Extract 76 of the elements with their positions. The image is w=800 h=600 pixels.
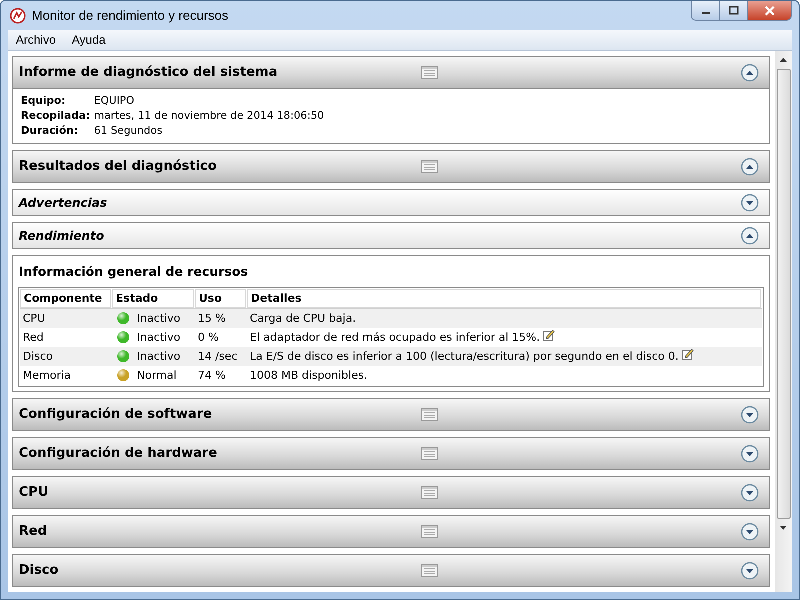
section-header[interactable]: Disco [13,555,769,586]
note-icon[interactable] [543,328,556,340]
menu-item[interactable]: Archivo [8,33,64,47]
expand-icon[interactable] [741,444,759,462]
section-title: Configuración de software [19,407,214,422]
note-icon[interactable] [682,348,694,360]
section-title: CPU [19,485,50,500]
field-value: EQUIPO [94,95,136,107]
status-text: Inactivo [137,350,181,363]
table-icon[interactable] [421,486,438,499]
details-text: El adaptador de red más ocupado es inferior al 15%. [250,331,540,344]
table-cell-text: Red [22,331,45,344]
section-title: Red [19,524,48,539]
table-cell-text: Memoria [22,369,72,382]
details-text: La E/S de disco es inferior a 100 (lectura/escritura) por segundo en el disco 0. [250,350,679,363]
table-cell-text: 15 % [197,312,227,325]
table-icon[interactable] [421,408,438,421]
section-header[interactable]: Informe de diagnóstico del sistema [13,57,769,88]
section-title: Configuración de hardware [19,446,218,461]
menu-item[interactable]: Ayuda [64,33,114,47]
section-title: Disco [19,563,60,578]
table-icon[interactable] [421,447,438,460]
window-title: Monitor de rendimiento y recursos [32,8,230,23]
table-icon[interactable] [421,160,438,173]
table-icon[interactable] [421,564,438,577]
maximize-icon [728,6,738,15]
column-header[interactable]: Estado [112,289,194,308]
close-button[interactable] [748,1,792,21]
scrollbar[interactable] [775,51,792,592]
table-cell-text: CPU [22,312,46,325]
expand-icon[interactable] [741,484,759,502]
details-text: 1008 MB disponibles. [250,369,368,382]
scroll-thumb[interactable] [776,69,790,519]
table-icon[interactable] [421,525,438,538]
field-value: martes, 11 de noviembre de 2014 18:06:50 [94,110,326,122]
scroll-up-icon[interactable] [780,58,787,62]
collapse-icon[interactable] [741,64,759,82]
column-header[interactable]: Componente [20,289,111,308]
minimize-button[interactable] [691,1,720,21]
field-label: Equipo: [21,95,67,107]
section-header[interactable]: Configuración de software [13,399,769,430]
table-icon[interactable] [421,66,438,79]
close-icon [764,6,776,16]
field-value: 61 Segundos [94,125,164,137]
collapse-icon[interactable] [741,226,759,244]
section-header[interactable]: Configuración de hardware [13,438,769,469]
table-cell-text: 14 /sec [197,350,239,363]
details-text: Carga de CPU baja. [250,312,356,325]
column-header[interactable]: Detalles [247,289,761,308]
section-header[interactable]: Advertencias [13,190,769,215]
section-header[interactable]: Resultados del diagnóstico [13,151,769,182]
panel-title: Información general de recursos [19,263,250,281]
expand-icon[interactable] [741,194,759,212]
table-cell-text: Disco [22,350,54,363]
section-header[interactable]: Rendimiento [13,223,769,248]
status-text: Inactivo [137,312,181,325]
expand-icon[interactable] [741,406,759,424]
expand-icon[interactable] [741,562,759,580]
scroll-down-icon[interactable] [780,526,787,530]
status-text: Inactivo [137,331,181,344]
collapse-icon[interactable] [741,158,759,176]
table-cell-text: 74 % [197,369,227,382]
status-text: Normal [137,369,177,382]
section-title: Advertencias [19,196,108,210]
maximize-button[interactable] [720,1,748,21]
app-icon [10,8,26,24]
field-label: Recopilada: [21,110,90,122]
column-header[interactable]: Uso [195,289,246,308]
expand-icon[interactable] [741,522,759,540]
field-label: Duración: [21,125,80,137]
table-cell-text: 0 % [197,331,220,344]
section-title: Resultados del diagnóstico [19,159,218,174]
section-title: Rendimiento [19,228,106,242]
section-header[interactable]: Red [13,516,769,547]
section-title: Informe de diagnóstico del sistema [19,65,279,80]
section-header[interactable]: CPU [13,477,769,508]
